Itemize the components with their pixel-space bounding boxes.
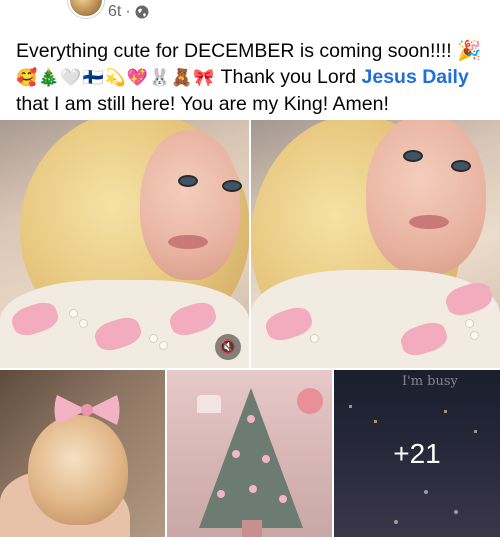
- thanks-text: Thank you Lord: [215, 66, 362, 88]
- meta-separator: ·: [125, 3, 131, 20]
- post-text-line2: 🥰🎄🤍🇫🇮💫💖🐰🧸🎀 Thank you Lord Jesus Daily: [16, 64, 492, 91]
- kitten-shape: [28, 415, 128, 525]
- pink-bow-icon: [54, 395, 120, 425]
- ornament-shape: [247, 415, 255, 423]
- emoji-row: 🥰🎄🤍🇫🇮💫💖🐰🧸🎀: [16, 68, 216, 88]
- eye-shape: [178, 175, 198, 187]
- photo-selfie-1[interactable]: 🔇: [0, 120, 249, 368]
- mention-link[interactable]: Jesus Daily: [362, 66, 469, 88]
- media-grid: 🔇 I'm busy +21: [0, 120, 500, 537]
- ornament-shape: [232, 450, 240, 458]
- post-text: Everything cute for DECEMBER is coming s…: [16, 38, 492, 117]
- eye-shape: [222, 180, 242, 192]
- ornament-shape: [262, 455, 270, 463]
- pearl-shape: [471, 332, 478, 339]
- speaker-muted-icon[interactable]: 🔇: [215, 334, 241, 360]
- post-text-line1: Everything cute for DECEMBER is coming s…: [16, 40, 482, 62]
- photo-kitten[interactable]: [0, 370, 165, 537]
- post-header: 6t ·: [0, 0, 500, 30]
- pearl-shape: [466, 320, 473, 327]
- tree-base-shape: [242, 520, 262, 537]
- ornament-shape: [217, 490, 225, 498]
- pearl-shape: [311, 335, 318, 342]
- more-count: +21: [393, 437, 441, 469]
- photo-city-night[interactable]: I'm busy +21: [334, 370, 500, 537]
- post-text-line3: that I am still here! You are my King! A…: [16, 93, 389, 115]
- pearl-shape: [150, 335, 157, 342]
- pearl-shape: [80, 320, 87, 327]
- pearl-shape: [160, 342, 167, 349]
- ornament-shape: [279, 495, 287, 503]
- lips-shape: [409, 215, 449, 229]
- tree-shape: [199, 388, 303, 528]
- face-shape: [366, 120, 486, 275]
- photo-selfie-2[interactable]: [251, 120, 500, 368]
- avatar[interactable]: [68, 0, 104, 18]
- post-time[interactable]: 6t: [108, 3, 121, 21]
- eye-shape: [403, 150, 423, 162]
- more-photos-overlay[interactable]: +21: [334, 370, 500, 537]
- pearl-shape: [70, 310, 77, 317]
- ornament-shape: [249, 485, 257, 493]
- post-meta: 6t ·: [108, 3, 149, 21]
- globe-icon: [135, 5, 149, 19]
- lips-shape: [168, 235, 208, 249]
- photo-christmas-tree[interactable]: [167, 370, 332, 537]
- eye-shape: [451, 160, 471, 172]
- face-shape: [140, 130, 240, 280]
